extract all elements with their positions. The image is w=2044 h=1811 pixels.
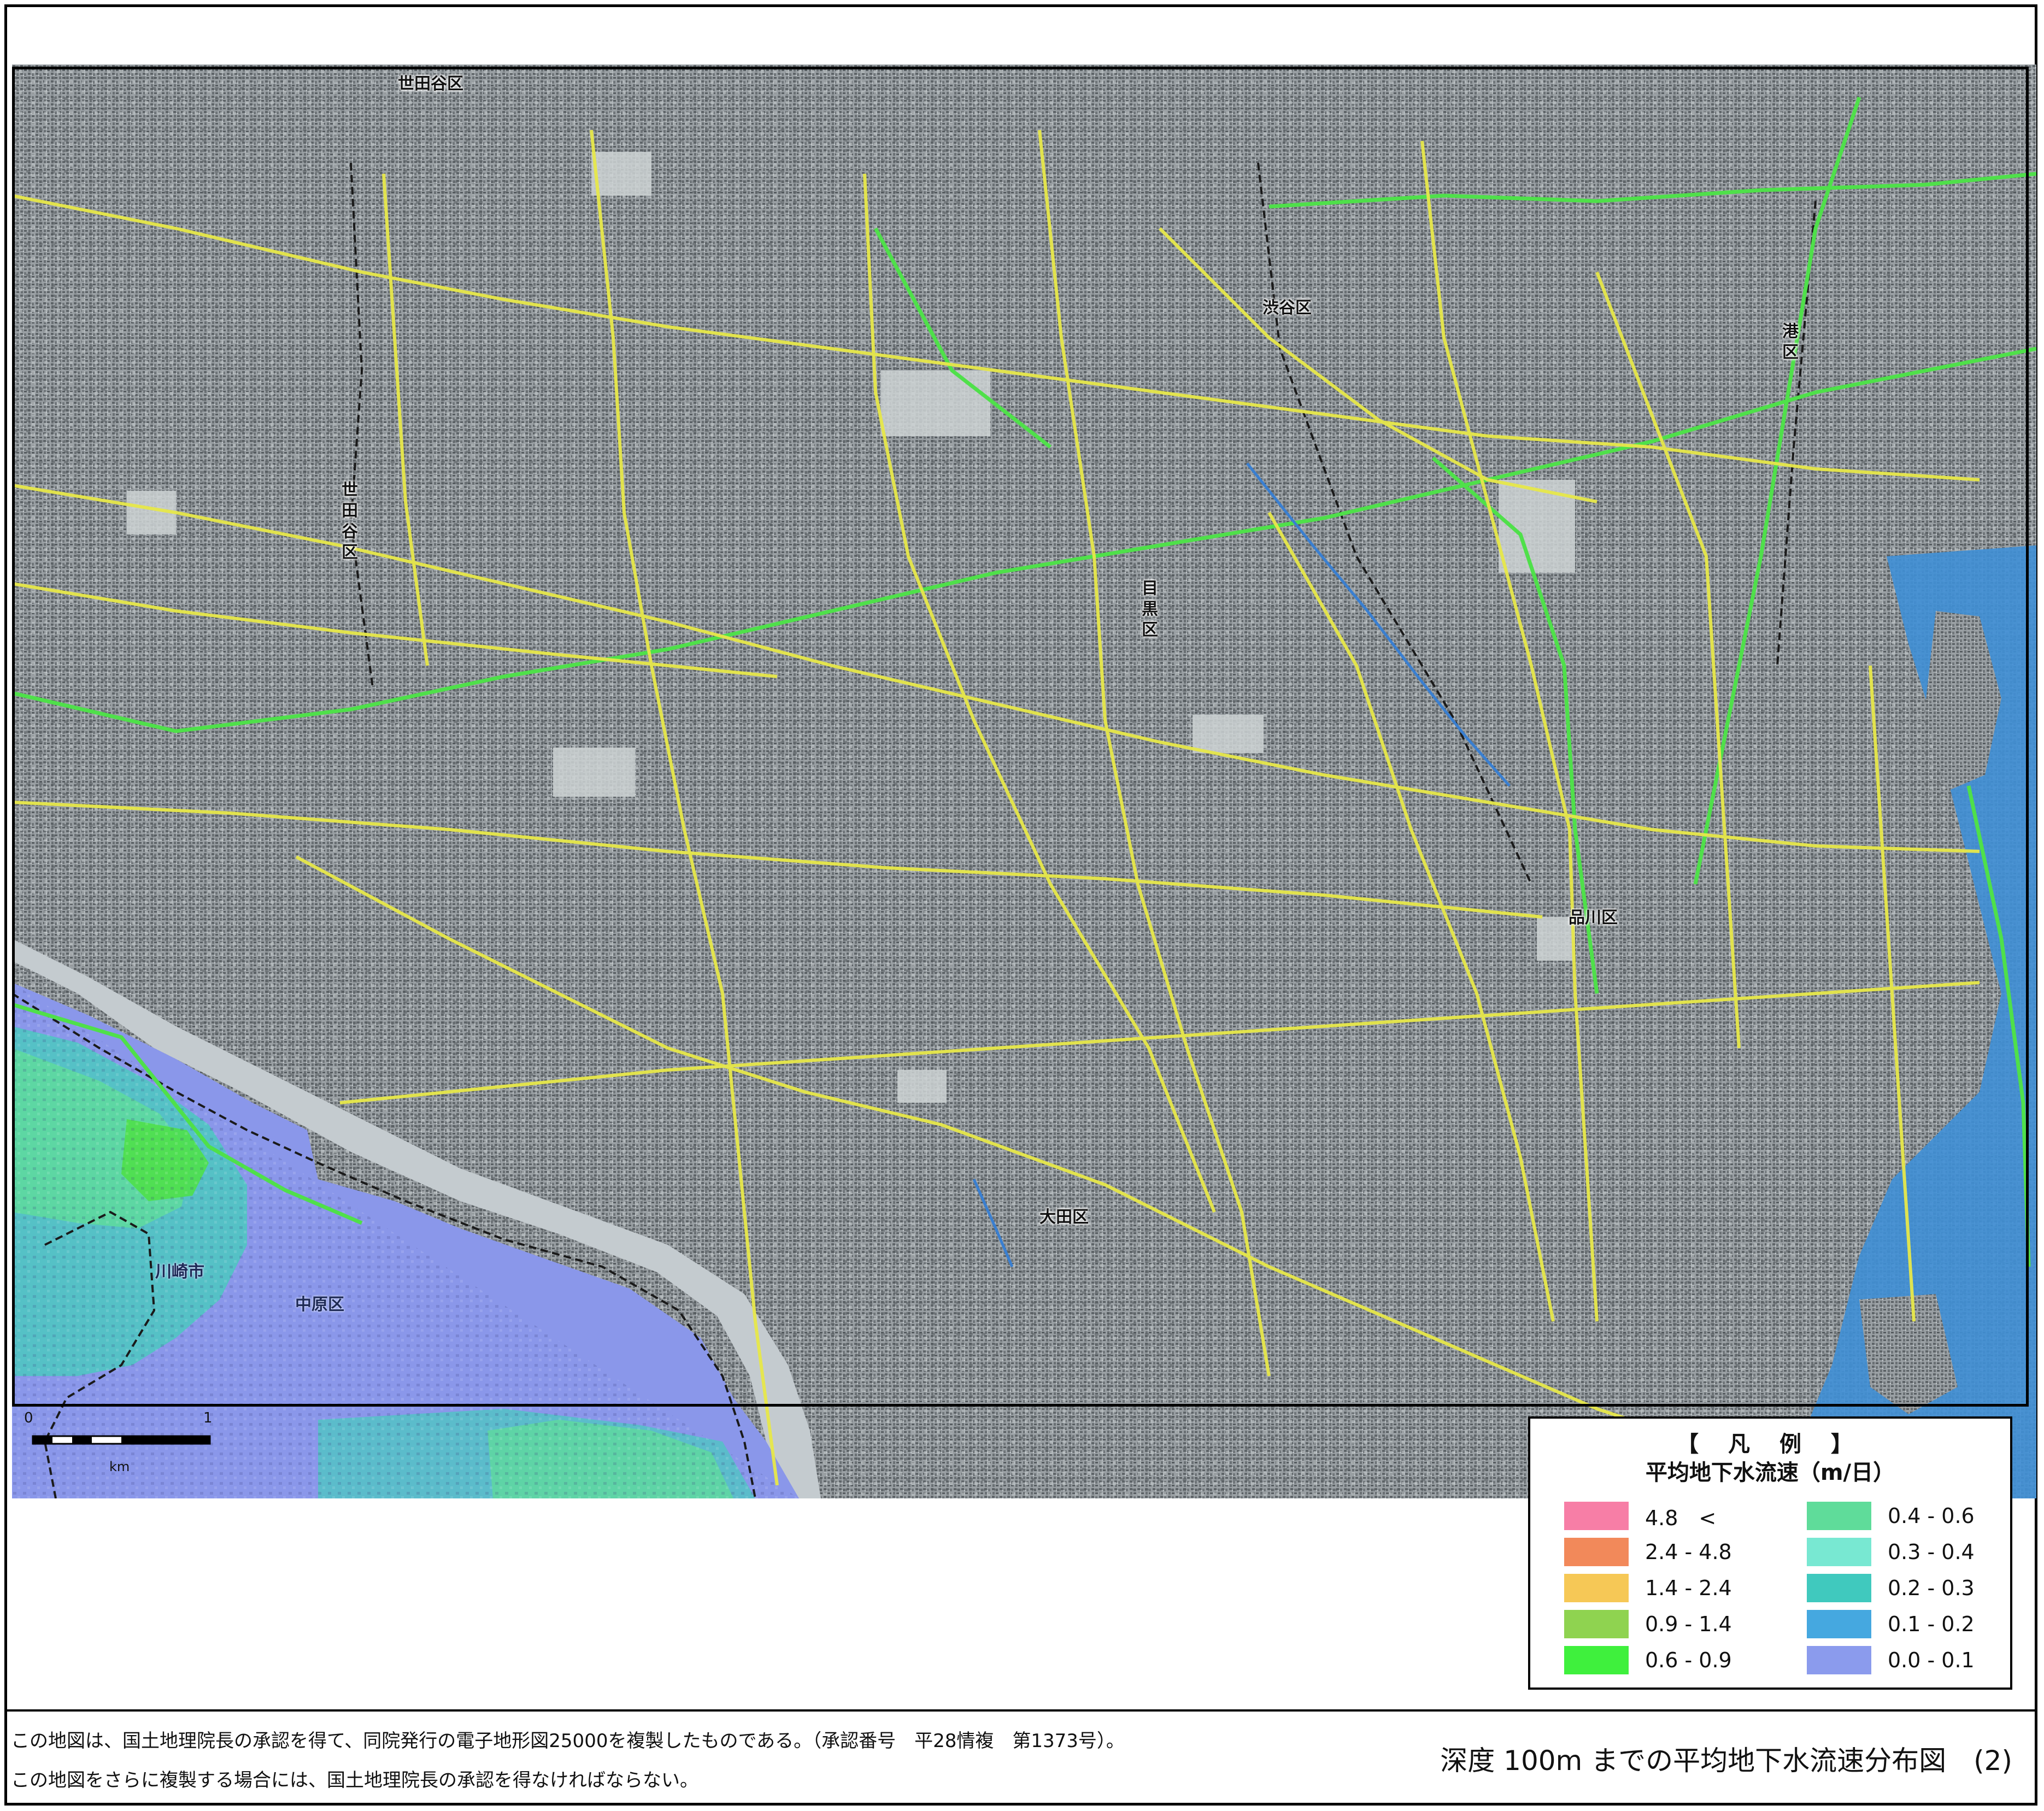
legend: 【 凡 例 】 平均地下水流速（m/日） 4.8 < 2.4 - 4.8 1.4…	[1528, 1416, 2012, 1690]
legend-label: 0.4 - 0.6	[1888, 1504, 1975, 1528]
legend-item: 0.3 - 0.4	[1807, 1538, 1975, 1566]
label-meguro-ku: 目黒区	[1138, 579, 1158, 642]
legend-title: 【 凡 例 】	[1677, 1432, 1864, 1457]
scale-bar: 0 1 km	[24, 1410, 221, 1492]
legend-label: 0.6 - 0.9	[1645, 1648, 1732, 1672]
legend-swatch	[1807, 1502, 1871, 1530]
legend-swatch	[1564, 1610, 1629, 1638]
legend-item: 0.6 - 0.9	[1564, 1646, 1732, 1674]
legend-item: 2.4 - 4.8	[1564, 1538, 1732, 1566]
legend-swatch	[1807, 1646, 1871, 1674]
map-title: 深度 100m までの平均地下水流速分布図 (2)	[1440, 1745, 2012, 1777]
legend-swatch	[1564, 1538, 1629, 1566]
label-shinagawa-ku: 品川区	[1569, 908, 1618, 927]
legend-item: 0.2 - 0.3	[1807, 1574, 1975, 1602]
scale-start: 0	[24, 1410, 33, 1426]
scale-unit: km	[109, 1459, 130, 1474]
legend-swatch	[1564, 1574, 1629, 1602]
footer-copyright-line1: この地図は、国土地理院長の承認を得て、同院発行の電子地形図25000を複製したも…	[11, 1730, 1125, 1752]
scale-bar-graphic	[32, 1435, 211, 1445]
footer-copyright-line2: この地図をさらに複製する場合には、国土地理院長の承認を得なければならない。	[11, 1769, 698, 1791]
legend-swatch	[1807, 1610, 1871, 1638]
legend-item: 1.4 - 2.4	[1564, 1574, 1732, 1602]
legend-swatch	[1564, 1646, 1629, 1674]
legend-item: 4.8 <	[1564, 1502, 1716, 1530]
legend-label: 0.9 - 1.4	[1645, 1612, 1732, 1636]
legend-item: 0.1 - 0.2	[1807, 1610, 1975, 1638]
legend-label: 1.4 - 2.4	[1645, 1576, 1732, 1600]
map-view[interactable]	[12, 64, 2036, 1498]
legend-subtitle: 平均地下水流速（m/日）	[1645, 1460, 1895, 1485]
label-setagaya-ku-north: 世田谷区	[398, 74, 463, 93]
footer-divider	[4, 1709, 2037, 1712]
legend-label: 0.1 - 0.2	[1888, 1612, 1975, 1636]
legend-item: 0.4 - 0.6	[1807, 1502, 1975, 1530]
label-kawasaki-shi: 川崎市	[155, 1262, 204, 1281]
legend-label: 2.4 - 4.8	[1645, 1540, 1732, 1564]
label-setagaya-ku-west: 世田谷区	[338, 481, 357, 564]
legend-item: 0.0 - 0.1	[1807, 1646, 1975, 1674]
legend-label: 0.2 - 0.3	[1888, 1576, 1975, 1600]
label-shibuya-ku: 渋谷区	[1262, 298, 1312, 317]
legend-label: 4.8 <	[1645, 1506, 1717, 1530]
legend-swatch	[1807, 1574, 1871, 1602]
legend-swatch	[1564, 1502, 1629, 1530]
legend-label: 0.0 - 0.1	[1888, 1648, 1975, 1672]
legend-item: 0.9 - 1.4	[1564, 1610, 1732, 1638]
label-minato-ku: 港区	[1779, 322, 1798, 364]
map-canvas[interactable]	[12, 64, 2036, 1498]
label-nakahara-ku: 中原区	[295, 1295, 344, 1314]
legend-swatch	[1807, 1538, 1871, 1566]
legend-label: 0.3 - 0.4	[1888, 1540, 1975, 1564]
scale-end: 1	[203, 1410, 213, 1426]
label-ota-ku: 大田区	[1039, 1208, 1089, 1227]
